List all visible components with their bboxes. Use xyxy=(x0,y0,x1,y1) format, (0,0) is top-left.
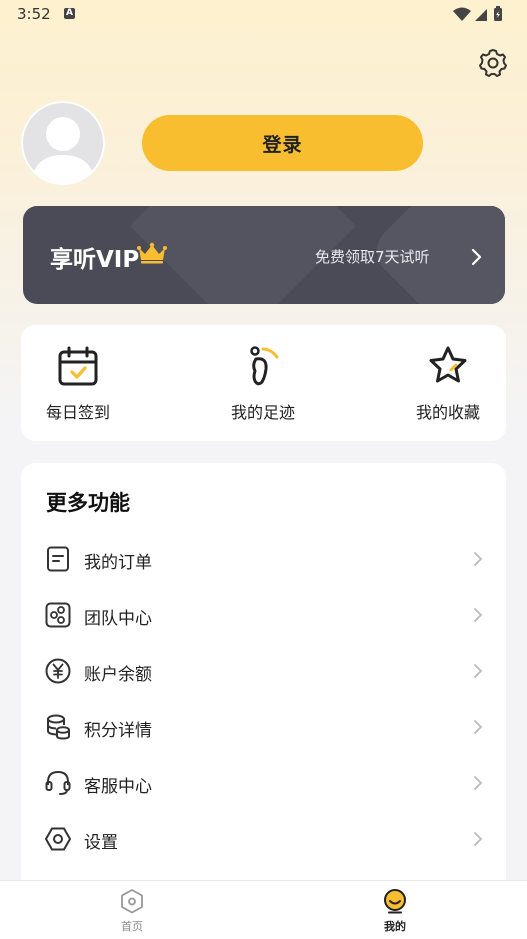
status-time: 3:52 xyxy=(17,5,51,23)
tab-home[interactable]: 首页 xyxy=(72,881,192,939)
settings-button[interactable] xyxy=(477,47,509,79)
menu-item-orders[interactable]: 我的订单 xyxy=(21,532,506,588)
smiley-icon xyxy=(384,889,406,914)
settings-hex-icon xyxy=(45,827,71,851)
menu-item-label: 设置 xyxy=(84,833,118,853)
chevron-right-icon xyxy=(474,832,483,846)
crown-icon xyxy=(137,242,167,264)
vip-title: 享听VIP xyxy=(50,247,140,273)
menu-item-label: 账户余额 xyxy=(84,665,152,685)
chevron-right-icon xyxy=(474,608,483,622)
default-avatar-icon xyxy=(31,117,95,185)
battery-icon xyxy=(494,6,502,21)
quick-action-footprints[interactable]: 我的足迹 xyxy=(203,325,323,441)
home-icon xyxy=(121,889,143,914)
menu-item-label: 客服中心 xyxy=(84,777,152,797)
quick-actions-card: 每日签到 我的足迹 我的收藏 xyxy=(21,325,506,441)
menu-item-points[interactable]: 积分详情 xyxy=(21,700,506,756)
avatar[interactable] xyxy=(21,101,105,185)
vip-trial-link[interactable]: 免费领取7天试听 xyxy=(315,246,430,267)
calendar-check-icon xyxy=(58,346,98,386)
menu-item-label: 我的订单 xyxy=(84,553,152,573)
footprint-icon xyxy=(250,346,279,386)
coins-icon xyxy=(47,714,70,740)
menu-item-settings[interactable]: 设置 xyxy=(21,812,506,868)
signal-icon xyxy=(475,9,487,21)
wifi-icon xyxy=(453,7,471,21)
quick-action-daily-checkin[interactable]: 每日签到 xyxy=(18,325,138,441)
star-icon xyxy=(429,346,467,383)
menu-item-customer-service[interactable]: 客服中心 xyxy=(21,756,506,812)
tab-label: 首页 xyxy=(121,920,143,933)
menu-item-team-center[interactable]: 团队中心 xyxy=(21,588,506,644)
chevron-right-icon xyxy=(471,248,482,266)
menu-item-label: 积分详情 xyxy=(84,721,152,741)
notification-icon: A xyxy=(64,8,75,19)
chevron-right-icon xyxy=(474,720,483,734)
status-icons xyxy=(451,6,511,26)
quick-action-label: 我的足迹 xyxy=(230,403,295,422)
vip-card[interactable]: 享听VIP 免费领取7天试听 xyxy=(23,206,505,304)
bottom-tab-bar: 首页 我的 xyxy=(0,880,527,939)
tab-me[interactable]: 我的 xyxy=(335,881,455,939)
status-bar: 3:52 A xyxy=(0,0,527,30)
yuan-icon xyxy=(45,658,71,684)
login-button[interactable]: 登录 xyxy=(142,115,423,171)
tab-label: 我的 xyxy=(384,920,406,933)
quick-action-label: 我的收藏 xyxy=(415,403,480,422)
chevron-right-icon xyxy=(474,664,483,678)
menu-item-balance[interactable]: 账户余额 xyxy=(21,644,506,700)
chevron-right-icon xyxy=(474,776,483,790)
chevron-right-icon xyxy=(474,552,483,566)
quick-action-favorites[interactable]: 我的收藏 xyxy=(388,325,508,441)
gear-icon xyxy=(479,49,507,77)
menu-item-label: 团队中心 xyxy=(84,609,152,629)
section-title: 更多功能 xyxy=(46,491,130,515)
quick-action-label: 每日签到 xyxy=(45,403,110,422)
order-icon xyxy=(47,546,69,572)
headset-icon xyxy=(45,770,71,795)
more-functions-card: 更多功能 我的订单 团队中心 账户余额 积分详情 客服中心 设置 xyxy=(21,463,506,893)
team-icon xyxy=(45,602,71,628)
